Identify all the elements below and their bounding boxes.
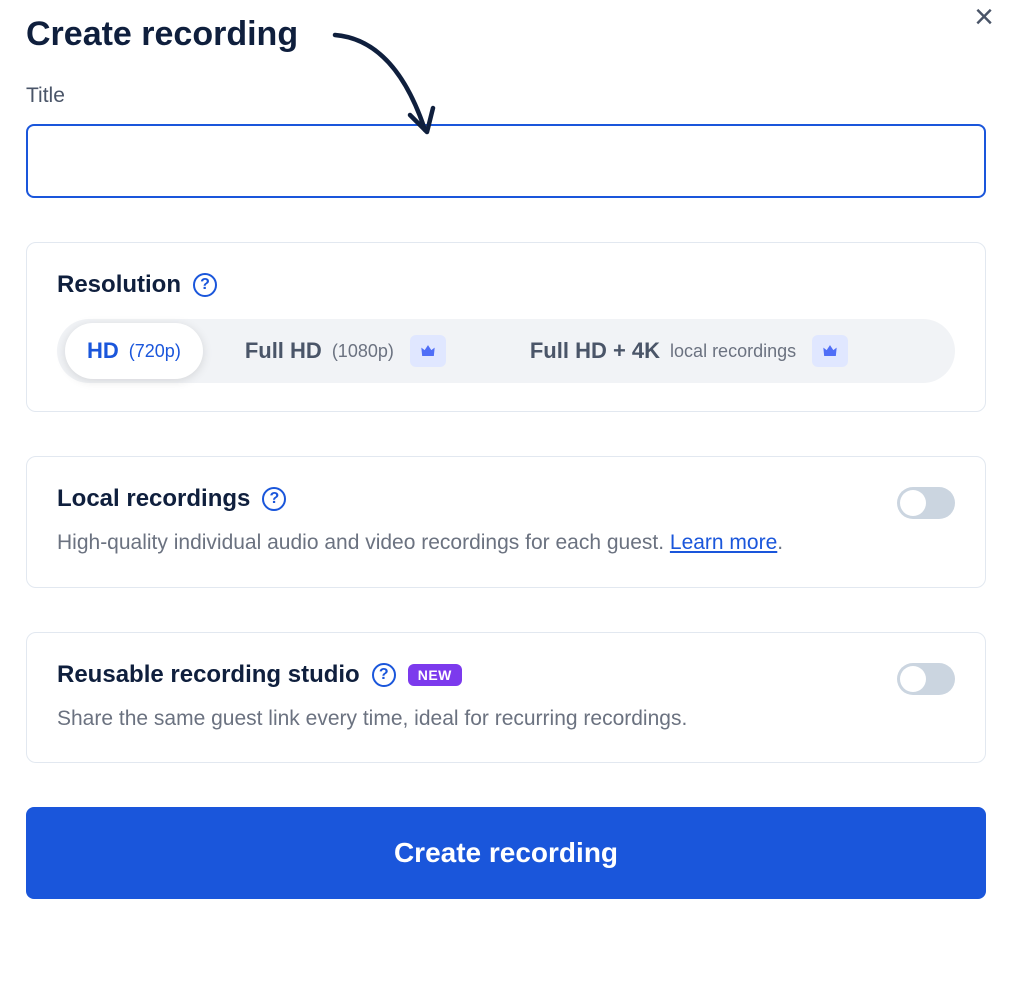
reusable-studio-title: Reusable recording studio [57,661,360,689]
crown-icon [812,335,848,367]
toggle-knob [900,666,926,692]
help-icon[interactable]: ? [262,487,286,511]
resolution-card: Resolution ? HD (720p) Full HD (1080p) F… [26,242,986,412]
resolution-option-fullhd[interactable]: Full HD (1080p) [223,323,468,379]
toggle-knob [900,490,926,516]
resolution-option-sublabel: (1080p) [332,341,394,362]
description-text: High-quality individual audio and video … [57,531,670,554]
reusable-studio-toggle[interactable] [897,663,955,695]
resolution-title: Resolution [57,271,181,299]
resolution-option-label: Full HD [245,338,322,364]
close-icon[interactable]: × [974,0,994,34]
resolution-option-label: Full HD + 4K [530,338,660,364]
resolution-option-sublabel: local recordings [670,341,796,362]
resolution-option-sublabel: (720p) [129,341,181,362]
help-icon[interactable]: ? [193,273,217,297]
title-input[interactable] [26,124,986,198]
create-recording-button[interactable]: Create recording [26,807,986,899]
modal-title: Create recording [26,15,986,54]
local-recordings-title: Local recordings [57,485,250,513]
resolution-segmented-control: HD (720p) Full HD (1080p) Full HD + 4K l… [57,319,955,383]
annotation-arrow-icon [330,20,460,155]
resolution-option-4k[interactable]: Full HD + 4K local recordings [508,323,870,379]
crown-icon [410,335,446,367]
new-badge: NEW [408,664,462,686]
resolution-option-label: HD [87,338,119,364]
resolution-option-hd[interactable]: HD (720p) [65,323,203,379]
reusable-studio-description: Share the same guest link every time, id… [57,703,877,735]
local-recordings-description: High-quality individual audio and video … [57,527,877,559]
help-icon[interactable]: ? [372,663,396,687]
local-recordings-toggle[interactable] [897,487,955,519]
title-field-label: Title [26,84,986,108]
local-recordings-card: Local recordings ? High-quality individu… [26,456,986,588]
reusable-studio-card: Reusable recording studio ? NEW Share th… [26,632,986,764]
learn-more-link[interactable]: Learn more [670,531,777,554]
